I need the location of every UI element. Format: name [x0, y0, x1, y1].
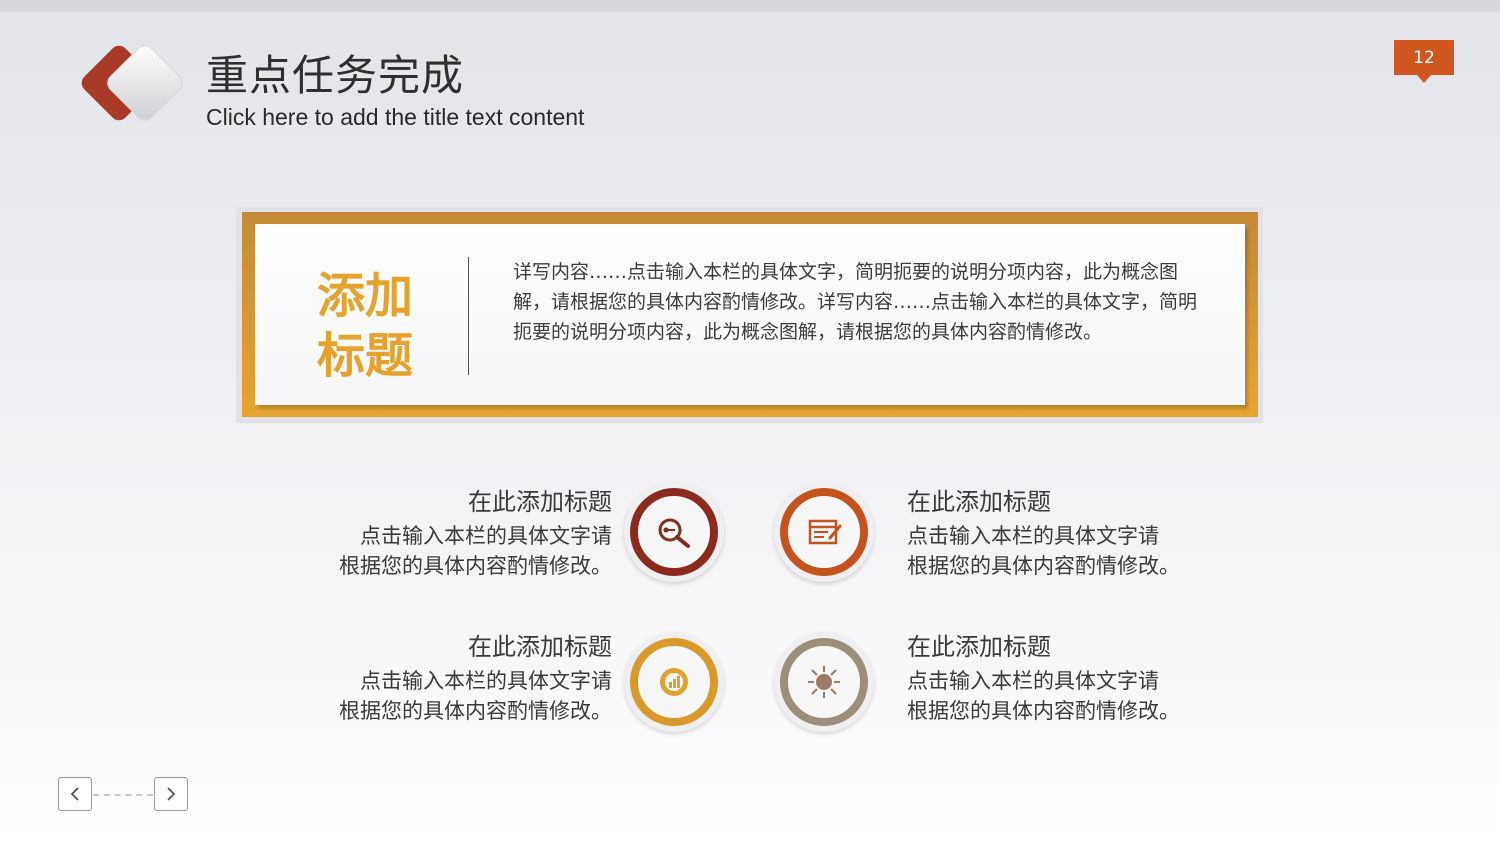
feature-card-heading-line1: 添加 — [317, 268, 414, 324]
page-subtitle[interactable]: Click here to add the title text content — [206, 104, 584, 131]
item-line: 点击输入本栏的具体文字请 — [360, 669, 612, 693]
chevron-left-icon — [70, 787, 79, 801]
feature-card: 添加 标题 详写内容……点击输入本栏的具体文字，简明扼要的说明分项内容，此为概念… — [242, 212, 1258, 417]
list-item[interactable]: 在此添加标题 点击输入本栏的具体文字请 根据您的具体内容酌情修改。 — [907, 486, 1207, 581]
feature-card-heading[interactable]: 添加 标题 — [317, 266, 427, 386]
item-line: 根据您的具体内容酌情修改。 — [907, 554, 1180, 578]
diamond-logo-icon — [81, 45, 183, 121]
chevron-right-icon — [167, 787, 176, 801]
list-item[interactable]: 在此添加标题 点击输入本栏的具体文字请 根据您的具体内容酌情修改。 — [907, 631, 1207, 726]
item-line: 点击输入本栏的具体文字请 — [907, 524, 1159, 548]
item-title: 在此添加标题 — [907, 633, 1051, 661]
key-search-icon-badge[interactable] — [624, 482, 724, 582]
globe-network-icon-badge[interactable] — [774, 632, 874, 732]
item-line: 点击输入本栏的具体文字请 — [907, 669, 1159, 693]
list-item[interactable]: 在此添加标题 点击输入本栏的具体文字请 根据您的具体内容酌情修改。 — [312, 631, 612, 726]
page-title: 重点任务完成 — [206, 51, 465, 100]
item-line: 根据您的具体内容酌情修改。 — [907, 699, 1180, 723]
top-bar — [0, 0, 1500, 12]
item-line: 根据您的具体内容酌情修改。 — [339, 554, 612, 578]
browser-edit-icon — [808, 519, 842, 545]
item-line: 根据您的具体内容酌情修改。 — [339, 699, 612, 723]
nav-dashed-connector — [93, 794, 153, 796]
chart-circle-icon-badge[interactable] — [624, 632, 724, 732]
chart-circle-icon — [660, 668, 688, 696]
browser-edit-icon-badge[interactable] — [774, 482, 874, 582]
feature-card-heading-line2: 标题 — [317, 328, 414, 384]
globe-network-icon — [808, 666, 840, 698]
item-title: 在此添加标题 — [907, 488, 1051, 516]
item-title: 在此添加标题 — [468, 488, 612, 516]
item-line: 点击输入本栏的具体文字请 — [360, 524, 612, 548]
feature-card-body: 添加 标题 详写内容……点击输入本栏的具体文字，简明扼要的说明分项内容，此为概念… — [255, 224, 1245, 405]
key-search-icon — [658, 518, 690, 548]
page-number-badge: 12 — [1394, 40, 1454, 83]
list-item[interactable]: 在此添加标题 点击输入本栏的具体文字请 根据您的具体内容酌情修改。 — [312, 486, 612, 581]
next-page-button[interactable] — [154, 777, 188, 811]
prev-page-button[interactable] — [58, 777, 92, 811]
card-divider — [468, 257, 469, 375]
item-title: 在此添加标题 — [468, 633, 612, 661]
feature-card-text[interactable]: 详写内容……点击输入本栏的具体文字，简明扼要的说明分项内容，此为概念图解，请根据… — [513, 257, 1203, 347]
